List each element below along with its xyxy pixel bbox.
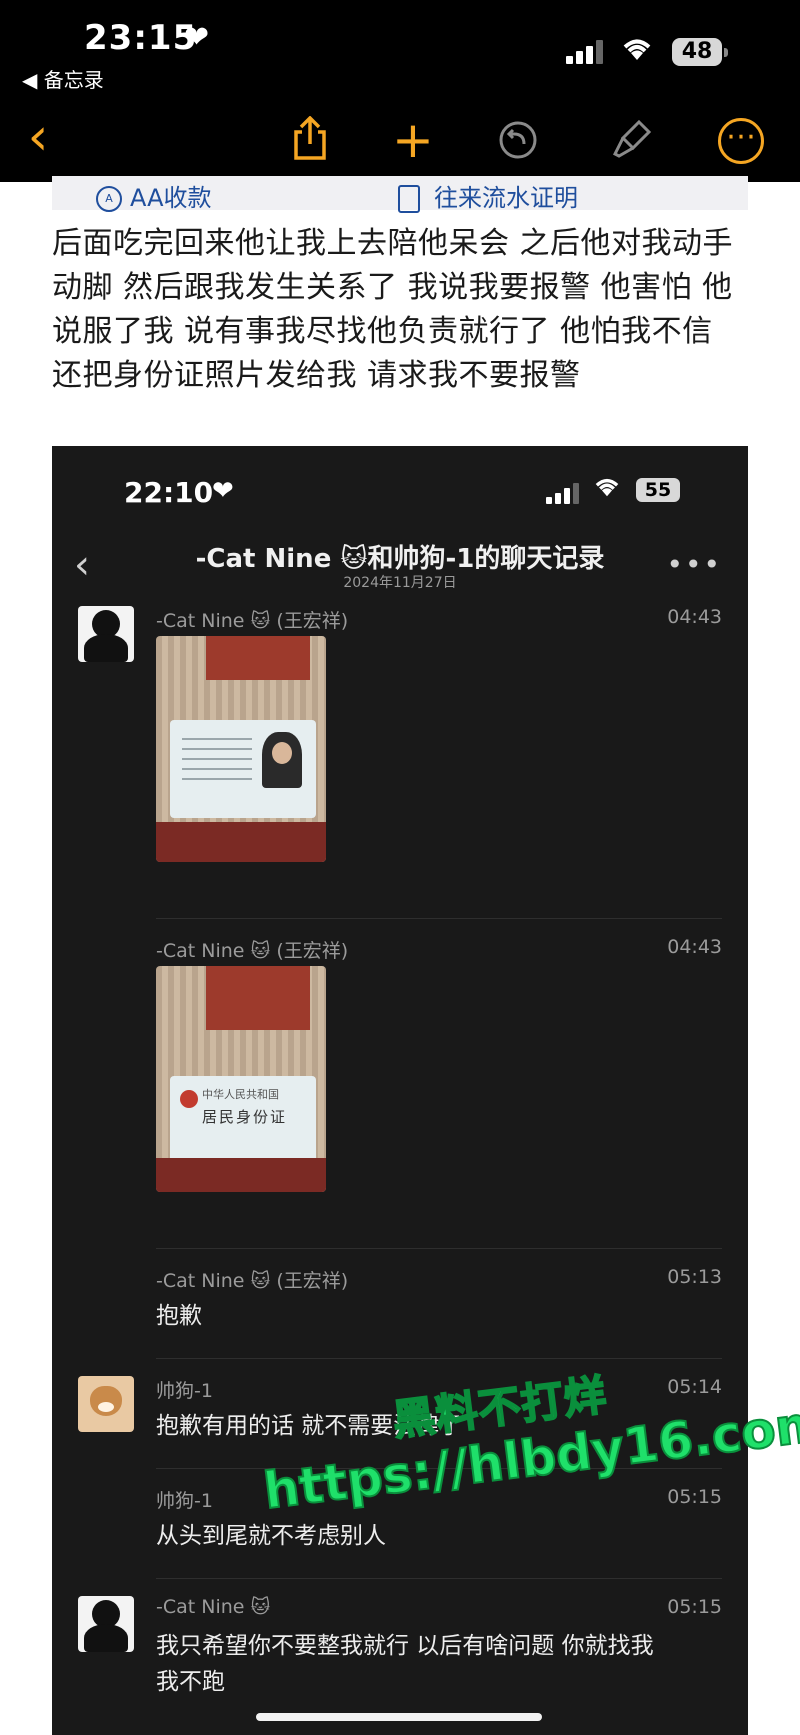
sender-name: 帅狗-1	[156, 1490, 213, 1512]
id-card	[170, 720, 316, 818]
notes-toolbar: ‹ + ⋯	[0, 100, 800, 182]
chat-message: -Cat Nine 🐱 (王宏祥) 04:43 中华人民共和国 居民身份证	[52, 936, 748, 1226]
message-time: 05:13	[667, 1266, 722, 1288]
status-bar: 23:15 ❤ ◀ 备忘录 48	[0, 0, 800, 100]
national-emblem-icon	[180, 1090, 198, 1108]
wifi-icon	[592, 476, 622, 504]
more-options-icon[interactable]: ⋯	[718, 118, 764, 164]
divider	[156, 918, 722, 919]
message-text: 从头到尾就不考虑别人	[156, 1523, 386, 1549]
chat-date: 2024年11月27日	[343, 575, 457, 591]
red-cloth	[156, 822, 326, 862]
note-body-text: 后面吃完回来他让我上去陪他呆会 之后他对我动手动脚 然后跟我发生关系了 我说我要…	[52, 226, 734, 393]
transaction-proof-label: 往来流水证明	[434, 184, 578, 212]
note-attachment-bar: A AA收款 往来流水证明	[52, 176, 748, 213]
battery-indicator: 48	[672, 38, 728, 66]
brush-icon[interactable]	[604, 112, 660, 168]
more-options-icon[interactable]: •••	[666, 548, 722, 581]
document-icon	[398, 185, 420, 213]
id-card-back-photo[interactable]	[156, 636, 326, 862]
chat-title: -Cat Nine 🐱和帅狗-1的聊天记录	[195, 544, 605, 574]
home-indicator[interactable]	[256, 1713, 542, 1721]
aa-payment-link[interactable]: A AA收款	[96, 178, 212, 213]
divider	[156, 1248, 722, 1249]
undo-icon[interactable]	[490, 112, 546, 168]
id-card-title-large: 居民身份证	[202, 1108, 288, 1126]
status-time: 23:15	[84, 18, 198, 58]
message-time: 05:15	[667, 1486, 722, 1508]
chat-screenshot: 22:10 ❤ 55 ‹ -Cat Nine 🐱和帅狗-1的聊天记录 2024年…	[52, 446, 748, 1735]
heart-icon: ❤	[184, 20, 210, 55]
sender-name: -Cat Nine 🐱 (王宏祥)	[156, 940, 349, 962]
message-time: 04:43	[667, 606, 722, 628]
red-booklet	[206, 966, 310, 1030]
message-time: 05:14	[667, 1376, 722, 1398]
avatar[interactable]	[78, 606, 134, 662]
red-cloth	[156, 1158, 326, 1192]
id-card-title-small: 中华人民共和国	[202, 1088, 279, 1101]
chat-message: -Cat Nine 🐱 (王宏祥) 04:43	[52, 606, 748, 906]
chat-status-time: 22:10	[124, 476, 214, 509]
avatar[interactable]	[78, 1596, 134, 1652]
battery-indicator: 55	[636, 478, 680, 502]
aa-icon: A	[96, 186, 122, 212]
add-icon[interactable]: +	[385, 112, 441, 168]
sender-name: 帅狗-1	[156, 1380, 213, 1402]
chat-nav-bar: ‹ -Cat Nine 🐱和帅狗-1的聊天记录 2024年11月27日 •••	[52, 536, 748, 602]
cellular-signal-icon	[566, 40, 606, 64]
back-chevron-icon[interactable]: ‹	[10, 111, 66, 168]
heart-icon: ❤	[212, 476, 234, 506]
sender-name: -Cat Nine 🐱 (王宏祥)	[156, 1270, 349, 1292]
id-card-front-photo[interactable]: 中华人民共和国 居民身份证	[156, 966, 326, 1192]
chat-message: -Cat Nine 🐱 (王宏祥) 05:13 抱歉	[52, 1266, 748, 1346]
divider	[156, 1578, 722, 1579]
message-time: 05:15	[667, 1596, 722, 1618]
message-text: 我只希望你不要整我就行 以后有啥问题 你就找我 我不跑	[156, 1633, 654, 1695]
chat-message: -Cat Nine 🐱 05:15 我只希望你不要整我就行 以后有啥问题 你就找…	[52, 1596, 748, 1716]
message-text: 抱歉	[156, 1303, 202, 1329]
aa-payment-label: AA收款	[130, 184, 212, 212]
share-icon[interactable]	[282, 112, 338, 168]
back-to-app-link[interactable]: ◀ 备忘录	[22, 64, 104, 93]
id-card-text-lines	[182, 738, 252, 788]
avatar[interactable]	[78, 1376, 134, 1432]
transaction-proof-link[interactable]: 往来流水证明	[398, 178, 578, 213]
red-booklet	[206, 636, 310, 680]
id-card-portrait	[262, 732, 302, 788]
cellular-signal-icon	[546, 482, 580, 504]
divider	[156, 1358, 722, 1359]
wifi-icon	[620, 36, 654, 69]
message-time: 04:43	[667, 936, 722, 958]
sender-name: -Cat Nine 🐱	[156, 1596, 271, 1618]
sender-name: -Cat Nine 🐱 (王宏祥)	[156, 610, 349, 632]
chat-status-bar: 22:10 ❤ 55	[52, 446, 748, 536]
